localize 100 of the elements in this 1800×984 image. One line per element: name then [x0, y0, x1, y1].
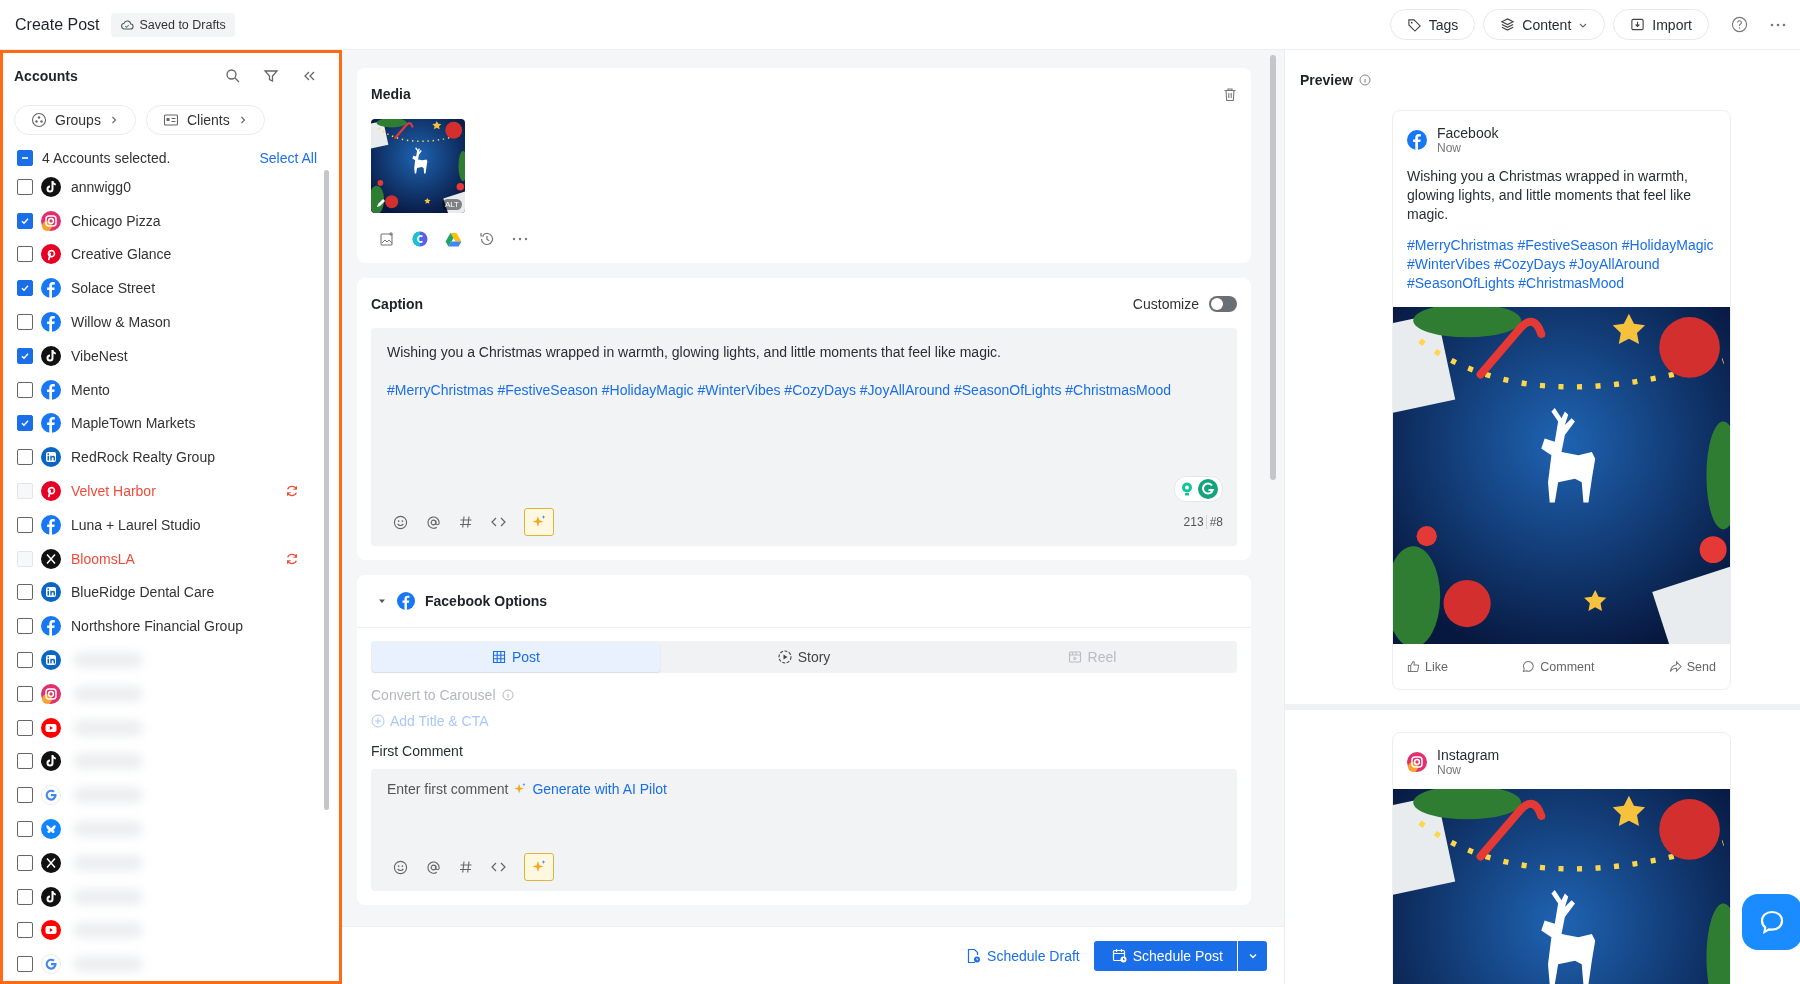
hashtag-icon[interactable] — [459, 860, 473, 874]
account-name[interactable]: Solace Street — [71, 280, 156, 297]
filter-icon[interactable] — [263, 67, 279, 84]
toolbar-button[interactable]: Tags — [1389, 9, 1476, 40]
checkbox[interactable] — [17, 415, 33, 432]
search-icon[interactable] — [225, 67, 241, 84]
group-icon — [31, 112, 47, 129]
grid-icon — [492, 650, 506, 664]
assistant-badge[interactable] — [1174, 476, 1223, 502]
cloud-check-icon — [120, 17, 135, 32]
toolbar-button[interactable]: Content — [1483, 9, 1606, 40]
toolbar-button[interactable]: Import — [1613, 9, 1709, 40]
hashtag-icon[interactable] — [459, 515, 473, 529]
thumbs-up-icon — [1407, 660, 1420, 673]
linkedin-icon — [41, 649, 61, 670]
post-type-tab[interactable]: Story — [660, 642, 948, 672]
checkbox[interactable] — [17, 313, 33, 330]
checkbox[interactable] — [17, 854, 33, 871]
checkbox[interactable] — [17, 584, 33, 601]
account-name[interactable]: VibeNest — [71, 347, 128, 364]
facebook-icon — [41, 514, 61, 535]
more-icon[interactable] — [1770, 21, 1786, 28]
checkbox[interactable] — [17, 178, 33, 195]
checkbox[interactable] — [17, 956, 33, 973]
account-name[interactable]: Mento — [71, 381, 110, 398]
checkbox[interactable] — [17, 820, 33, 837]
more-icon[interactable] — [512, 237, 528, 241]
filter-button[interactable]: Clients — [145, 105, 265, 136]
account-name[interactable]: Creative Glance — [71, 246, 172, 263]
emoji-icon[interactable] — [393, 859, 408, 875]
caption-field[interactable] — [371, 328, 1237, 546]
post-time: Now — [1437, 141, 1462, 155]
checkbox[interactable] — [17, 922, 33, 939]
select-all-link[interactable]: Select All — [259, 149, 317, 166]
checkbox[interactable] — [17, 651, 33, 668]
scrollbar[interactable] — [324, 169, 329, 810]
checkbox[interactable] — [17, 719, 33, 736]
checkbox[interactable] — [17, 685, 33, 702]
bluesky-icon — [41, 818, 61, 839]
dropdown-button[interactable] — [1237, 940, 1267, 971]
post-action[interactable]: Send — [1668, 659, 1716, 674]
facebook-icon — [41, 616, 61, 637]
code-icon[interactable] — [491, 516, 506, 528]
checkbox[interactable] — [17, 618, 33, 635]
checkbox[interactable] — [17, 246, 33, 263]
page-title: Create Post — [15, 15, 100, 34]
checkbox[interactable] — [17, 212, 33, 229]
checkbox[interactable] — [17, 449, 33, 466]
filter-button[interactable]: Groups — [14, 105, 136, 136]
account-name[interactable]: RedRock Realty Group — [71, 449, 215, 466]
customize-label: Customize — [1132, 296, 1199, 312]
selection-summary: 4 Accounts selected. — [42, 149, 171, 166]
triangle-drive-icon[interactable] — [445, 231, 462, 247]
history-icon[interactable] — [479, 231, 495, 247]
refresh-icon[interactable] — [285, 483, 299, 498]
color-ring-icon[interactable] — [412, 231, 428, 247]
account-name[interactable]: MapleTown Markets — [71, 415, 196, 432]
account-name[interactable]: BlueRidge Dental Care — [71, 584, 215, 601]
schedule-draft-button[interactable]: Schedule Draft — [966, 947, 1080, 964]
account-name[interactable]: Chicago Pizza — [71, 212, 161, 229]
account-name[interactable]: Willow & Mason — [71, 313, 171, 330]
checkbox[interactable] — [17, 347, 33, 364]
ai-generate-link[interactable]: Generate with AI Pilot — [532, 781, 667, 797]
help-icon[interactable] — [1731, 16, 1748, 33]
calendar-clock-icon — [1111, 948, 1127, 963]
mention-icon[interactable] — [426, 859, 441, 875]
account-name[interactable]: Luna + Laurel Studio — [71, 516, 201, 533]
account-name[interactable]: BloomsLA — [71, 550, 135, 567]
film-icon — [1067, 650, 1082, 664]
comment-field[interactable]: Enter first comment Generate with AI Pilot — [371, 769, 1237, 891]
id-card-icon — [162, 112, 179, 129]
customize-toggle[interactable] — [1209, 296, 1237, 312]
checkbox[interactable] — [17, 381, 33, 398]
schedule-post-button[interactable]: Schedule Post — [1093, 940, 1237, 971]
chat-button[interactable] — [1742, 894, 1800, 950]
refresh-icon[interactable] — [285, 551, 299, 566]
select-checkbox[interactable] — [17, 149, 33, 166]
tiktok-icon — [41, 176, 61, 197]
x-icon — [41, 852, 61, 873]
emoji-icon[interactable] — [393, 514, 408, 530]
account-name[interactable]: Northshore Financial Group — [71, 618, 243, 635]
tag-icon — [1406, 17, 1422, 32]
scrollbar[interactable] — [1270, 55, 1276, 480]
code-icon[interactable] — [491, 861, 506, 873]
image-add-icon[interactable] — [379, 231, 395, 247]
alt-badge[interactable]: ALT — [441, 199, 462, 210]
mention-icon[interactable] — [426, 514, 441, 530]
checkbox[interactable] — [17, 516, 33, 533]
trash-icon[interactable] — [1223, 86, 1237, 102]
account-name[interactable]: Velvet Harbor — [71, 482, 156, 499]
account-name[interactable]: annwigg0 — [71, 178, 131, 195]
post-action[interactable]: Comment — [1522, 659, 1595, 674]
checkbox[interactable] — [17, 787, 33, 804]
pencil-icon[interactable] — [375, 197, 387, 209]
media-thumbnail[interactable]: ALT — [371, 119, 465, 213]
checkbox[interactable] — [17, 753, 33, 770]
checkbox[interactable] — [17, 888, 33, 905]
post-action[interactable]: Like — [1407, 659, 1448, 674]
checkbox[interactable] — [17, 280, 33, 297]
post-type-tab[interactable]: Post — [372, 642, 660, 672]
